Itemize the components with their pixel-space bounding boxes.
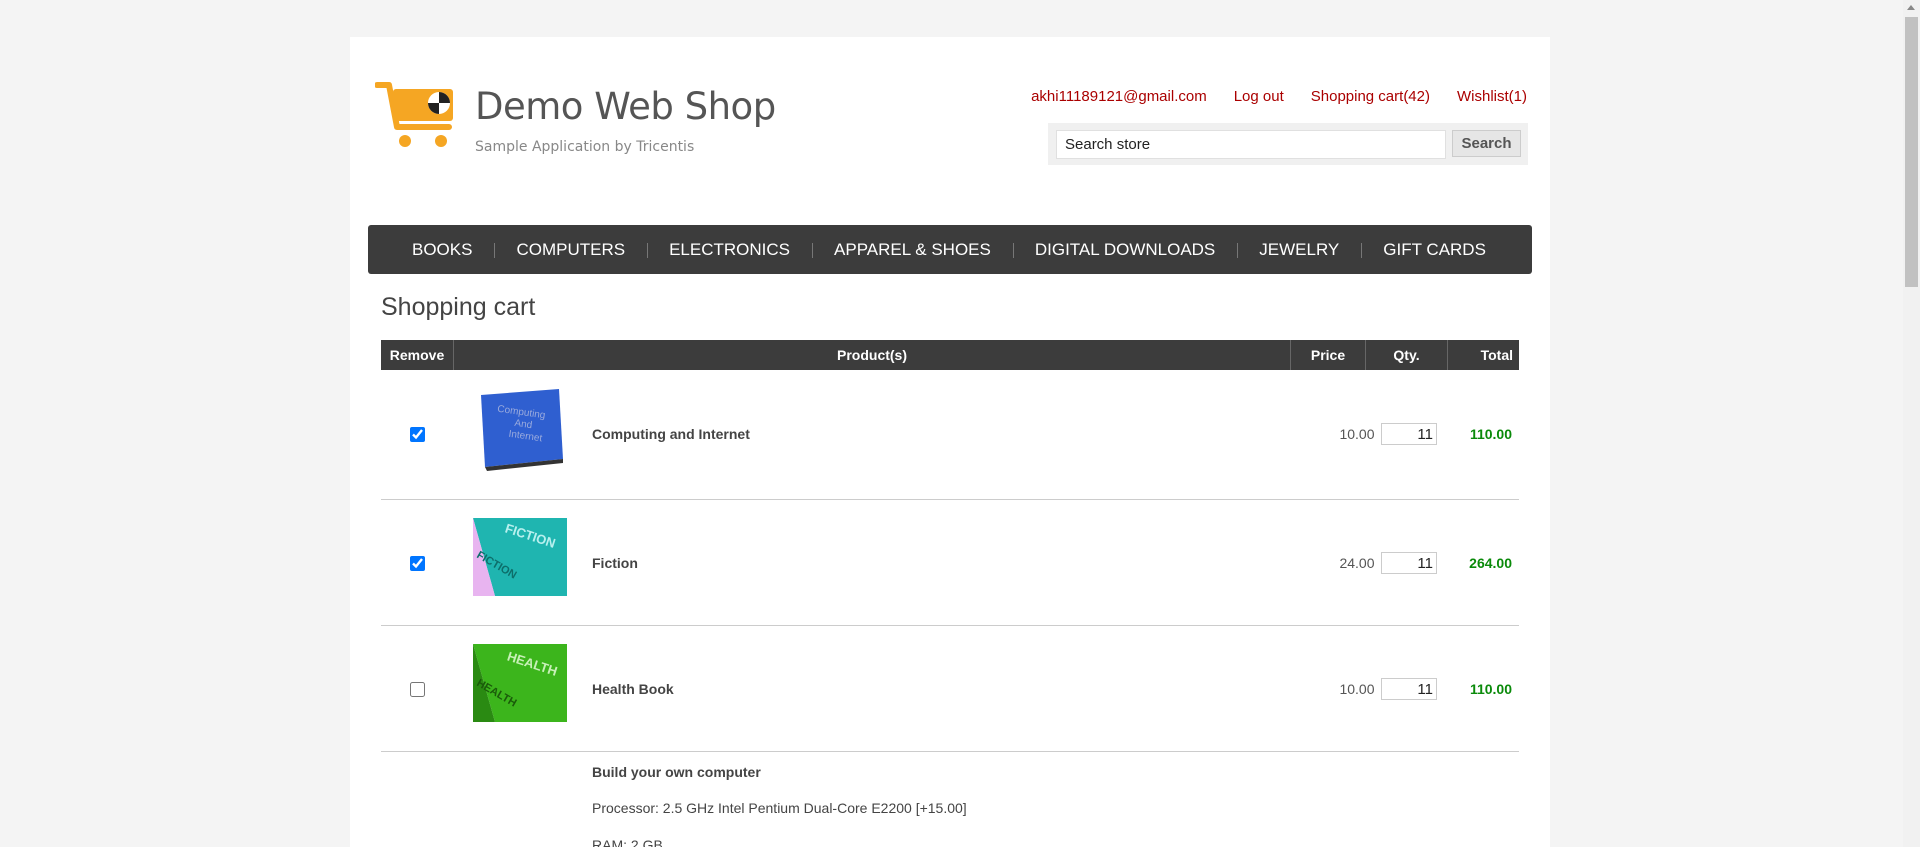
cart-table-header: Remove Product(s) Price Qty. Total bbox=[381, 340, 1519, 370]
nav-computers[interactable]: COMPUTERS bbox=[494, 240, 647, 260]
shopping-cart-logo-icon bbox=[375, 82, 453, 147]
product-name-link[interactable]: Fiction bbox=[592, 555, 638, 571]
logout-link[interactable]: Log out bbox=[1234, 88, 1284, 105]
unit-price: 10.00 bbox=[1339, 426, 1375, 442]
table-row: Build your own computer Processor: 2.5 G… bbox=[381, 752, 1519, 847]
remove-checkbox[interactable] bbox=[410, 682, 425, 697]
quantity-input[interactable] bbox=[1381, 678, 1437, 700]
table-row: FICTION FICTION Fiction 24.00 264.00 bbox=[381, 500, 1519, 626]
fiction-book-image[interactable]: FICTION FICTION bbox=[471, 516, 569, 600]
nav-apparel-shoes[interactable]: APPAREL & SHOES bbox=[812, 240, 1013, 260]
table-row: HEALTH HEALTH Health Book 10.00 110.00 bbox=[381, 626, 1519, 752]
wishlist-link[interactable]: Wishlist(1) bbox=[1457, 88, 1527, 105]
search-input[interactable] bbox=[1056, 130, 1446, 159]
header-qty: Qty. bbox=[1366, 340, 1448, 370]
product-attribute-ram: RAM: 2 GB bbox=[592, 837, 663, 847]
search-button[interactable]: Search bbox=[1452, 130, 1521, 157]
shopping-cart-link[interactable]: Shopping cart(42) bbox=[1311, 88, 1430, 105]
unit-price: 24.00 bbox=[1339, 555, 1375, 571]
nav-books[interactable]: BOOKS bbox=[390, 240, 494, 260]
nav-electronics[interactable]: ELECTRONICS bbox=[647, 240, 812, 260]
header-product: Product(s) bbox=[454, 340, 1291, 370]
top-menu: BOOKS COMPUTERS ELECTRONICS APPAREL & SH… bbox=[368, 225, 1532, 274]
page-container: Demo Web Shop Sample Application by Tric… bbox=[350, 37, 1550, 847]
page-scrollbar[interactable] bbox=[1903, 0, 1920, 847]
row-total: 110.00 bbox=[1469, 681, 1512, 697]
row-total: 110.00 bbox=[1469, 426, 1512, 442]
header-remove: Remove bbox=[381, 340, 454, 370]
header-links: akhi11189121@gmail.com Log out Shopping … bbox=[1031, 88, 1527, 105]
cart-table: Remove Product(s) Price Qty. Total Compu… bbox=[381, 340, 1519, 847]
product-attribute-processor: Processor: 2.5 GHz Intel Pentium Dual-Co… bbox=[592, 800, 967, 816]
logo-title: Demo Web Shop bbox=[475, 85, 776, 128]
site-logo[interactable]: Demo Web Shop Sample Application by Tric… bbox=[375, 81, 815, 161]
product-name-link[interactable]: Build your own computer bbox=[592, 764, 761, 780]
nav-digital-downloads[interactable]: DIGITAL DOWNLOADS bbox=[1012, 240, 1237, 260]
page-title: Shopping cart bbox=[381, 293, 536, 321]
scroll-up-arrow-icon[interactable] bbox=[1907, 5, 1915, 10]
remove-checkbox[interactable] bbox=[410, 427, 425, 442]
row-total: 264.00 bbox=[1469, 555, 1512, 571]
scroll-thumb[interactable] bbox=[1905, 17, 1918, 287]
nav-jewelry[interactable]: JEWELRY bbox=[1237, 240, 1361, 260]
quantity-input[interactable] bbox=[1381, 552, 1437, 574]
search-box: Search bbox=[1048, 123, 1528, 165]
unit-price: 10.00 bbox=[1339, 681, 1375, 697]
nav-gift-cards[interactable]: GIFT CARDS bbox=[1361, 240, 1508, 260]
product-name-link[interactable]: Health Book bbox=[592, 681, 674, 697]
header-price: Price bbox=[1291, 340, 1366, 370]
table-row: Computing And Internet Computing and Int… bbox=[381, 370, 1519, 500]
product-name-link[interactable]: Computing and Internet bbox=[592, 426, 750, 442]
health-book-image[interactable]: HEALTH HEALTH bbox=[471, 642, 569, 726]
quantity-input[interactable] bbox=[1381, 423, 1437, 445]
remove-checkbox[interactable] bbox=[410, 556, 425, 571]
computing-book-image[interactable]: Computing And Internet bbox=[471, 385, 569, 471]
header-total: Total bbox=[1480, 347, 1513, 363]
logo-subtitle: Sample Application by Tricentis bbox=[475, 139, 695, 155]
account-link[interactable]: akhi11189121@gmail.com bbox=[1031, 88, 1207, 105]
